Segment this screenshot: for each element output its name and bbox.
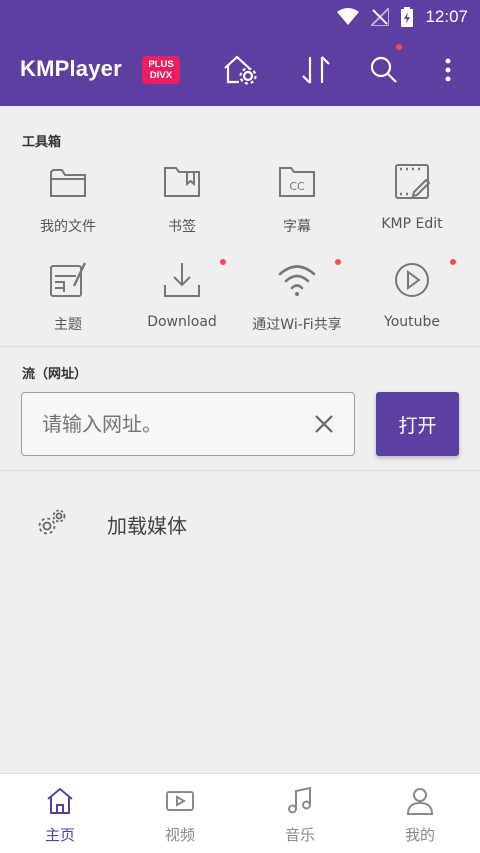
subtitle-folder-icon: CC [279, 167, 315, 197]
nav-label: 主页 [44, 826, 75, 844]
more-icon [445, 58, 451, 82]
tool-label: 书签 [168, 219, 196, 235]
tool-bookmarks[interactable]: 书签 [124, 162, 240, 236]
video-icon [166, 791, 194, 811]
nav-label: 音乐 [284, 826, 315, 844]
folder-icon [50, 169, 86, 197]
status-bar: 12:07 [337, 6, 468, 28]
nav-profile[interactable]: 我的 [360, 774, 480, 853]
tool-wifi-share[interactable]: 通过Wi-Fi共享 [239, 260, 355, 334]
svg-text:CC: CC [289, 180, 305, 193]
sort-button[interactable] [298, 52, 334, 88]
tool-label: KMP Edit [381, 216, 443, 232]
play-circle-icon [395, 263, 429, 297]
tool-youtube[interactable]: Youtube [354, 260, 470, 330]
bottom-nav: 主页 视频 音乐 我的 [0, 773, 480, 853]
toolbox-title: 工具箱 [22, 135, 62, 150]
bookmark-folder-icon [164, 167, 200, 197]
close-icon [315, 415, 333, 433]
app-logo: KMPlayer [20, 56, 122, 81]
tool-label: 通过Wi-Fi共享 [252, 317, 342, 333]
load-media-row[interactable]: 加载媒体 [0, 492, 480, 556]
battery-icon [401, 7, 414, 27]
tool-download[interactable]: Download [124, 260, 240, 330]
nav-label: 我的 [404, 826, 435, 844]
tool-label: Download [147, 314, 217, 330]
open-url-button[interactable]: 打开 [376, 392, 459, 456]
nav-music[interactable]: 音乐 [240, 774, 360, 853]
no-signal-icon [371, 8, 390, 26]
download-icon [164, 263, 200, 297]
theme-icon [50, 262, 87, 297]
home-settings-button[interactable] [222, 52, 258, 88]
home-icon [47, 787, 73, 814]
music-icon [288, 786, 311, 814]
tool-label: Youtube [384, 314, 440, 330]
more-menu-button[interactable] [430, 52, 466, 88]
section-divider [0, 470, 480, 471]
tool-my-files[interactable]: 我的文件 [10, 162, 126, 236]
tool-label: 主题 [54, 317, 82, 333]
search-icon [370, 56, 397, 83]
tool-label: 字幕 [283, 219, 311, 235]
nav-video[interactable]: 视频 [120, 774, 240, 853]
wifi-notification-dot [335, 259, 341, 265]
section-divider [0, 346, 480, 347]
wifi-icon [278, 265, 316, 296]
video-edit-icon [395, 164, 431, 199]
tool-themes[interactable]: 主题 [10, 260, 126, 334]
load-media-label: 加载媒体 [107, 514, 187, 538]
home-settings-icon [224, 55, 257, 85]
plus-divx-badge: PLUS DIVX [142, 56, 180, 84]
nav-label: 视频 [164, 826, 195, 844]
tool-label: 我的文件 [40, 219, 96, 235]
youtube-notification-dot [450, 259, 456, 265]
wifi-signal-icon [337, 8, 360, 25]
download-notification-dot [220, 259, 226, 265]
sort-icon [302, 56, 330, 84]
badge-line-2: DIVX [149, 70, 173, 81]
gears-icon [38, 509, 66, 535]
search-button[interactable] [366, 52, 402, 88]
nav-home[interactable]: 主页 [0, 774, 120, 853]
clear-url-button[interactable] [304, 404, 344, 444]
user-icon [406, 788, 434, 815]
app-bar: 12:07 KMPlayer PLUS DIVX [0, 0, 480, 106]
tool-kmp-edit[interactable]: KMP Edit [354, 162, 470, 232]
tool-subtitles[interactable]: CC 字幕 [239, 162, 355, 236]
badge-line-1: PLUS [148, 59, 174, 70]
search-notification-dot [396, 44, 402, 50]
stream-title: 流（网址） [22, 367, 88, 382]
status-time: 12:07 [425, 7, 468, 26]
